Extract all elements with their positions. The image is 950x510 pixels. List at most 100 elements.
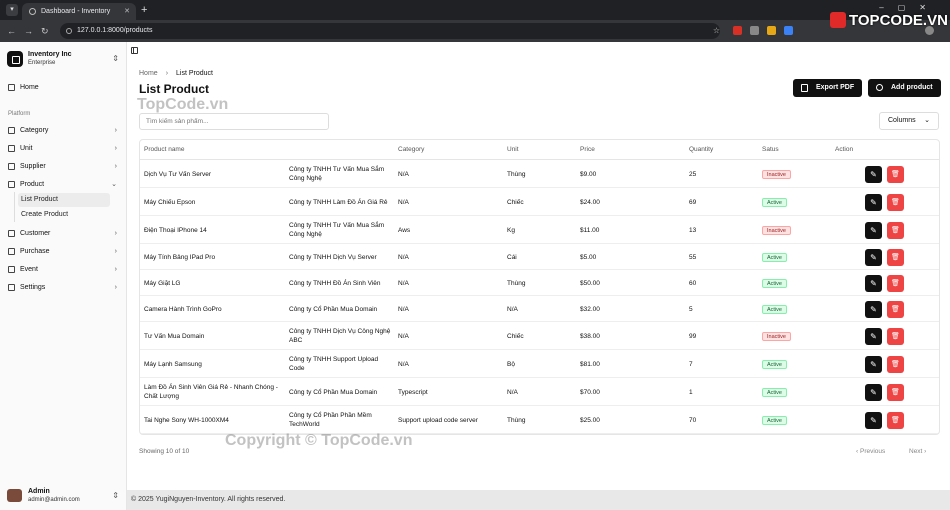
previous-label: Previous [859,448,886,455]
window-controls[interactable]: –▢✕ [879,3,940,12]
columns-dropdown[interactable]: Columns ⌄ [879,112,939,130]
trash-icon: 🗑 [891,360,900,368]
chevron-right-icon: › [114,248,117,255]
cell-quantity: 70 [689,416,697,424]
delete-button[interactable]: 🗑 [887,248,904,266]
column-header[interactable]: Quantity [689,146,713,153]
breadcrumb-home[interactable]: Home [139,70,158,77]
gear-icon [8,284,15,291]
sidebar-item-category[interactable]: Category › [4,123,123,138]
edit-button[interactable]: ✎ [865,248,882,266]
cell-price: $81.00 [580,360,600,368]
add-product-button[interactable]: Add product [868,79,941,97]
delete-button[interactable]: 🗑 [887,165,904,183]
delete-button[interactable]: 🗑 [887,221,904,239]
cell-category: Aws [398,226,411,234]
cell-product-name: Tai Nghe Sony WH-1000XM4 [144,416,229,424]
edit-button[interactable]: ✎ [865,355,882,373]
reload-icon[interactable]: ↻ [41,24,49,38]
delete-button[interactable]: 🗑 [887,383,904,401]
cell-product-name: Máy Lạnh Samsung [144,360,202,368]
status-badge: Active [762,252,787,262]
cell-unit: Cái [507,253,517,261]
table-row: Điện Thoại IPhone 14 Công ty TNHH Tư Vấn … [140,216,939,244]
cell-supplier: Công ty TNHH Đồ Án Sinh Viên [289,279,381,287]
cell-quantity: 25 [689,170,697,178]
forward-icon[interactable]: → [24,24,33,38]
pagination-summary: Showing 10 of 10 [139,448,190,455]
browser-tab[interactable]: Dashboard - Inventory ✕ [22,3,136,20]
site-info-icon[interactable] [66,28,72,34]
column-header[interactable]: Category [398,146,424,153]
column-header[interactable]: Unit [507,146,519,153]
edit-button[interactable]: ✎ [865,411,882,429]
edit-button[interactable]: ✎ [865,274,882,292]
cell-category: N/A [398,279,409,287]
edit-button[interactable]: ✎ [865,300,882,318]
delete-button[interactable]: 🗑 [887,274,904,292]
sidebar-subitem-create-product[interactable]: Create Product [18,208,110,222]
column-header[interactable]: Price [580,146,595,153]
previous-button[interactable]: ‹ Previous [856,448,885,455]
sidebar-item-settings[interactable]: Settings › [4,280,123,295]
next-button[interactable]: Next › [909,448,926,455]
status-badge: Active [762,359,787,369]
sidebar-item-product[interactable]: Product ⌄ [4,177,123,192]
table-row: Làm Đồ Án Sinh Viên Giá Rẻ - Nhanh Chóng… [140,378,939,406]
user-name: Admin [28,488,50,495]
cell-price: $38.00 [580,332,600,340]
extension-icon[interactable] [750,26,759,35]
chevron-right-icon: › [114,230,117,237]
bookmark-star-icon[interactable]: ☆ [713,23,720,39]
edit-button[interactable]: ✎ [865,165,882,183]
sidebar-item-purchase[interactable]: Purchase › [4,244,123,259]
sidebar-item-customer[interactable]: Customer › [4,226,123,241]
sidebar-item-supplier[interactable]: Supplier › [4,159,123,174]
delete-button[interactable]: 🗑 [887,355,904,373]
extension-icon[interactable] [767,26,776,35]
add-product-label: Add product [891,84,933,91]
unit-icon [8,145,15,152]
extension-icon[interactable] [733,26,742,35]
edit-button[interactable]: ✎ [865,327,882,345]
cell-supplier: Công ty Cổ Phần Mua Domain [289,388,378,396]
url-field[interactable]: 127.0.0.1:8000/products [60,23,720,39]
delete-button[interactable]: 🗑 [887,300,904,318]
edit-button[interactable]: ✎ [865,383,882,401]
cell-supplier: Công ty TNHH Support Upload Code [289,356,379,372]
search-input[interactable] [139,113,329,130]
status-badge: Active [762,304,787,314]
org-switcher[interactable]: Inventory Inc Enterprise ⇕ [7,51,119,69]
tab-search-icon[interactable]: ▾ [6,4,18,16]
sidebar-item-event[interactable]: Event › [4,262,123,277]
sidebar-item-label: Home [20,84,39,91]
edit-button[interactable]: ✎ [865,221,882,239]
new-tab-icon[interactable]: + [141,3,147,17]
sidebar-toggle-icon[interactable] [131,47,138,54]
cell-category: Support upload code server [398,416,478,424]
column-header[interactable]: Product name [144,146,184,153]
delete-button[interactable]: 🗑 [887,411,904,429]
delete-button[interactable]: 🗑 [887,327,904,345]
column-header[interactable]: Satus [762,146,779,153]
sidebar-subitem-list-product[interactable]: List Product [18,193,110,207]
delete-button[interactable]: 🗑 [887,193,904,211]
back-icon[interactable]: ← [7,24,16,38]
page-title: List Product [139,82,210,96]
cell-supplier: Công ty TNHH Dịch Vụ Công Nghệ ABC [289,328,391,344]
export-pdf-button[interactable]: Export PDF [793,79,863,97]
sidebar-item-unit[interactable]: Unit › [4,141,123,156]
extension-icon[interactable] [784,26,793,35]
product-table: Product name Category Unit Price Quantit… [139,139,940,435]
trash-icon: 🗑 [891,198,900,206]
edit-button[interactable]: ✎ [865,193,882,211]
trash-icon: 🗑 [891,388,900,396]
tab-close-icon[interactable]: ✕ [124,3,130,20]
cell-price: $24.00 [580,198,600,206]
sidebar-item-label: Purchase [20,248,50,255]
home-icon [8,84,15,91]
user-menu[interactable]: Admin admin@admin.com ⇕ [7,488,119,504]
sidebar-item-label: Supplier [20,163,46,170]
sidebar-item-home[interactable]: Home [4,80,123,95]
browser-tab-title: Dashboard - Inventory [41,8,111,15]
